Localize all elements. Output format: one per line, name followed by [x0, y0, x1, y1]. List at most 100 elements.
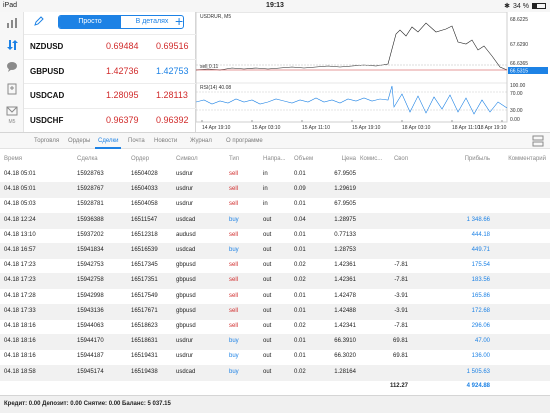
- cell-direction: out: [263, 353, 272, 360]
- mode-detailed-button[interactable]: В деталях: [121, 16, 183, 28]
- rsi-label: RSI(14) 40.08: [200, 85, 231, 91]
- cell-profit: 47.00: [474, 338, 490, 345]
- cell-type: sell: [229, 186, 239, 193]
- mail-icon[interactable]: [5, 104, 19, 118]
- cell-deal: 15942758: [77, 277, 104, 284]
- col-commission[interactable]: Комис...: [360, 156, 382, 162]
- mode-simple-button[interactable]: Просто: [59, 16, 121, 28]
- cell-deal: 15943136: [77, 307, 104, 314]
- cell-profit: 183.56: [471, 277, 490, 284]
- cell-order: 16512318: [131, 231, 158, 238]
- cell-symbol: usdrur: [176, 338, 194, 345]
- layout-icon[interactable]: [532, 135, 544, 147]
- cell-type: sell: [229, 262, 239, 269]
- tab-6[interactable]: Журнал: [190, 138, 212, 144]
- cell-price: 1.29619: [334, 186, 356, 193]
- cell-order: 16519431: [131, 353, 158, 360]
- cell-volume: 0.02: [294, 368, 306, 375]
- col-time[interactable]: Время: [4, 156, 22, 162]
- cell-direction: out: [263, 307, 272, 314]
- col-order[interactable]: Ордер: [131, 156, 149, 162]
- timeframe-label[interactable]: M5: [0, 119, 24, 125]
- cell-swap: -7.81: [394, 262, 408, 269]
- cell-price: 1.42361: [334, 277, 356, 284]
- col-direction[interactable]: Напра...: [263, 156, 286, 162]
- table-row[interactable]: 04.18 17:23 15942753 16517345 gbpusd sell out…: [0, 258, 550, 274]
- col-price[interactable]: Цена: [342, 156, 356, 162]
- cell-swap: 69.81: [392, 338, 408, 345]
- table-row[interactable]: 04.18 17:28 15942998 16517549 gbpusd sell out…: [0, 289, 550, 305]
- table-row[interactable]: 04.18 16:57 15941834 16516539 usdcad buy out 0…: [0, 243, 550, 259]
- col-profit[interactable]: Прибыль: [465, 156, 490, 162]
- edit-icon[interactable]: [34, 16, 44, 28]
- table-row[interactable]: 04.18 17:23 15942758 16517351 gbpusd sell out…: [0, 273, 550, 290]
- tab-7[interactable]: О программе: [226, 138, 263, 144]
- account-footer: Кредит: 0.00 Депозит: 0.00 Снятие: 0.00 …: [0, 395, 550, 413]
- cell-order: 16519438: [131, 368, 158, 375]
- cell-deal: 15928767: [77, 186, 104, 193]
- quote-row[interactable]: USDCHF 0.96379 0.96392: [24, 107, 196, 131]
- cell-time: 04.18 05:03: [4, 201, 36, 208]
- cell-swap: -7.81: [394, 323, 408, 329]
- quote-row[interactable]: NZDUSD 0.69484 0.69516: [24, 34, 196, 57]
- table-row[interactable]: 04.18 05:01 15928763 16504028 usdrur sell in 0…: [0, 167, 550, 183]
- cell-deal: 15936388: [77, 216, 104, 223]
- tab-3[interactable]: Сделки: [94, 138, 122, 149]
- price-chart[interactable]: USDRUR, M5 sell 0.11 68.6225 67.6290 66.…: [196, 12, 550, 132]
- tab-5[interactable]: Новости: [154, 138, 177, 144]
- quote-ask: 1.28113: [156, 90, 188, 100]
- col-type[interactable]: Тип: [229, 156, 239, 162]
- col-comment[interactable]: Комментарий: [508, 156, 546, 162]
- news-icon[interactable]: [5, 82, 19, 96]
- cell-time: 04.18 18:58: [4, 368, 36, 375]
- table-row[interactable]: 04.18 18:16 15944187 16519431 usdrur buy out 0…: [0, 349, 550, 365]
- chart-icon[interactable]: [5, 16, 19, 30]
- cell-volume: 0.09: [294, 186, 306, 193]
- battery-group: ✱ 34 %: [504, 2, 546, 10]
- cell-order: 16518631: [131, 338, 158, 345]
- price-tick-current: 66.5315: [510, 69, 528, 75]
- cell-type: buy: [229, 338, 239, 345]
- chart-area[interactable]: USDRUR, M5 sell 0.11 68.6225 67.6290 66.…: [196, 12, 550, 132]
- table-row[interactable]: 04.18 13:10 15937202 16512318 audusd sell out…: [0, 228, 550, 244]
- cell-type: buy: [229, 247, 239, 253]
- table-row[interactable]: 04.18 18:16 15944063 16518623 gbpusd sell out…: [0, 319, 550, 335]
- time-tick: 18 Apr 03:10: [402, 125, 431, 131]
- cell-time: 04.18 05:01: [4, 171, 36, 177]
- tab-1[interactable]: Торговля: [34, 138, 59, 144]
- quote-ask: 0.96392: [156, 114, 189, 125]
- rsi-tick-3: 30.00: [510, 108, 523, 114]
- table-row[interactable]: 04.18 05:03 15928781 16504058 usdrur sell in 0…: [0, 197, 550, 213]
- cell-symbol: gbpusd: [176, 262, 196, 269]
- time-tick: 14 Apr 19:10: [202, 125, 231, 131]
- summary-swap: 112.27: [389, 383, 408, 389]
- quote-row[interactable]: USDCAD 1.28095 1.28113: [24, 83, 196, 106]
- col-volume[interactable]: Объем: [294, 156, 313, 162]
- table-row[interactable]: 04.18 17:33 15943136 16517671 gbpusd sell out…: [0, 303, 550, 320]
- cell-price: 1.28975: [334, 216, 356, 223]
- quote-row[interactable]: GBPUSD 1.42736 1.42753: [24, 58, 196, 82]
- col-swap[interactable]: Своп: [394, 156, 408, 162]
- add-symbol-icon[interactable]: +: [175, 13, 183, 29]
- table-row[interactable]: 04.18 18:16 15944170 16518631 usdrur buy out 0…: [0, 334, 550, 351]
- battery-icon: [532, 3, 546, 9]
- cell-time: 04.18 17:23: [4, 262, 36, 269]
- cell-type: sell: [229, 292, 239, 299]
- table-row[interactable]: 04.18 05:01 15928767 16504033 usdrur sell in 0…: [0, 182, 550, 199]
- trade-icon[interactable]: [5, 38, 19, 52]
- cell-volume: 0.01: [294, 171, 306, 177]
- cell-deal: 15942998: [77, 292, 104, 299]
- quote-symbol: NZDUSD: [30, 42, 64, 51]
- tab-2[interactable]: Ордеры: [68, 138, 90, 144]
- cell-order: 16517549: [131, 292, 158, 299]
- cell-symbol: usdrur: [176, 201, 194, 208]
- chat-icon[interactable]: [5, 60, 19, 74]
- cell-type: sell: [229, 171, 239, 177]
- table-row[interactable]: 04.18 12:24 15936388 16511547 usdcad buy out 0…: [0, 212, 550, 229]
- col-deal[interactable]: Сделка: [77, 156, 98, 162]
- cell-price: 1.42341: [334, 323, 356, 329]
- col-symbol[interactable]: Символ: [176, 156, 198, 162]
- tab-4[interactable]: Почта: [128, 138, 145, 144]
- cell-symbol: audusd: [176, 231, 196, 238]
- cell-volume: 0.01: [294, 353, 306, 360]
